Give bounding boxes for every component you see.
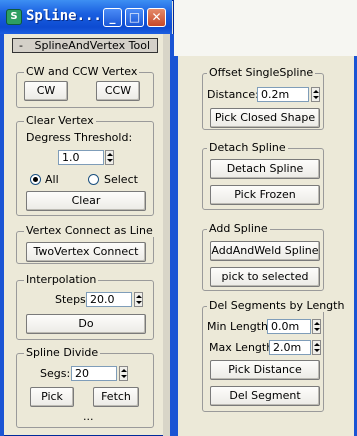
- distance-input[interactable]: 0.2m: [257, 87, 309, 102]
- pick-distance-button[interactable]: Pick Distance: [210, 360, 320, 380]
- steps-label: Steps:: [55, 293, 90, 306]
- app-logo-icon[interactable]: S: [6, 9, 22, 25]
- radio-all[interactable]: [30, 174, 41, 185]
- distance-label: Distance:: [207, 88, 259, 101]
- window-frame-left: [0, 34, 4, 436]
- min-length-spinner-icon[interactable]: [312, 319, 321, 334]
- panel-top-strip: [178, 56, 354, 62]
- do-button[interactable]: Do: [26, 314, 146, 334]
- ccw-button[interactable]: CCW: [96, 81, 140, 101]
- segs-spinner-icon[interactable]: [119, 366, 128, 381]
- threshold-input[interactable]: 1.0: [58, 150, 104, 165]
- min-length-label: Min Length:: [207, 320, 272, 333]
- more-indicator: ...: [83, 410, 94, 423]
- pick-closed-shape-button[interactable]: Pick Closed Shape: [210, 108, 320, 128]
- segs-label: Segs:: [40, 367, 71, 380]
- steps-spinner-icon[interactable]: [134, 292, 143, 307]
- pick-frozen-button[interactable]: Pick Frozen: [210, 185, 320, 205]
- add-spline-group-label: Add Spline: [207, 222, 270, 235]
- min-length-input[interactable]: 0.0m: [267, 319, 311, 334]
- pick-to-selected-button[interactable]: pick to selected: [210, 267, 320, 287]
- offset-group-label: Offset SingleSpline: [207, 66, 316, 79]
- add-and-weld-button[interactable]: AddAndWeld Spline: [210, 241, 320, 261]
- detach-spline-button[interactable]: Detach Spline: [210, 159, 320, 179]
- radio-select-label: Select: [104, 173, 138, 186]
- collapse-icon: -: [19, 39, 23, 52]
- clear-vertex-group-label: Clear Vertex: [24, 114, 96, 127]
- rollout-title: SplineAndVertex Tool: [34, 39, 151, 52]
- detach-spline-group-label: Detach Spline: [207, 141, 288, 154]
- two-vertex-connect-button[interactable]: TwoVertex Connect: [26, 242, 146, 262]
- threshold-label: Degress Threshold:: [26, 131, 133, 144]
- threshold-spinner-icon[interactable]: [105, 150, 114, 165]
- minimize-button[interactable]: _: [103, 8, 122, 27]
- maximize-button[interactable]: □: [125, 8, 144, 27]
- spline-divide-group-label: Spline Divide: [24, 346, 101, 359]
- radio-all-label: All: [45, 173, 59, 186]
- max-length-spinner-icon[interactable]: [312, 340, 321, 355]
- fetch-button[interactable]: Fetch: [93, 387, 139, 407]
- steps-input[interactable]: 20.0: [86, 292, 132, 307]
- cw-ccw-group-label: CW and CCW Vertex: [24, 65, 140, 78]
- del-segments-group-label: Del Segments by Length: [207, 299, 347, 312]
- window-title: Spline...: [26, 8, 102, 24]
- pick-button[interactable]: Pick: [30, 387, 74, 407]
- scrollbar[interactable]: [163, 34, 170, 436]
- rollout-header[interactable]: - SplineAndVertex Tool: [12, 38, 158, 53]
- distance-spinner-icon[interactable]: [311, 87, 320, 102]
- radio-select[interactable]: [88, 174, 99, 185]
- close-button[interactable]: ✕: [147, 8, 166, 27]
- segs-input[interactable]: 20: [71, 366, 117, 381]
- max-length-label: Max Length:: [209, 341, 277, 354]
- clear-button[interactable]: Clear: [26, 191, 146, 211]
- del-segment-button[interactable]: Del Segment: [210, 386, 320, 406]
- max-length-input[interactable]: 2.0m: [269, 340, 311, 355]
- interpolation-group-label: Interpolation: [24, 273, 99, 286]
- vertex-connect-group-label: Vertex Connect as Line: [24, 224, 155, 237]
- cw-button[interactable]: CW: [24, 81, 68, 101]
